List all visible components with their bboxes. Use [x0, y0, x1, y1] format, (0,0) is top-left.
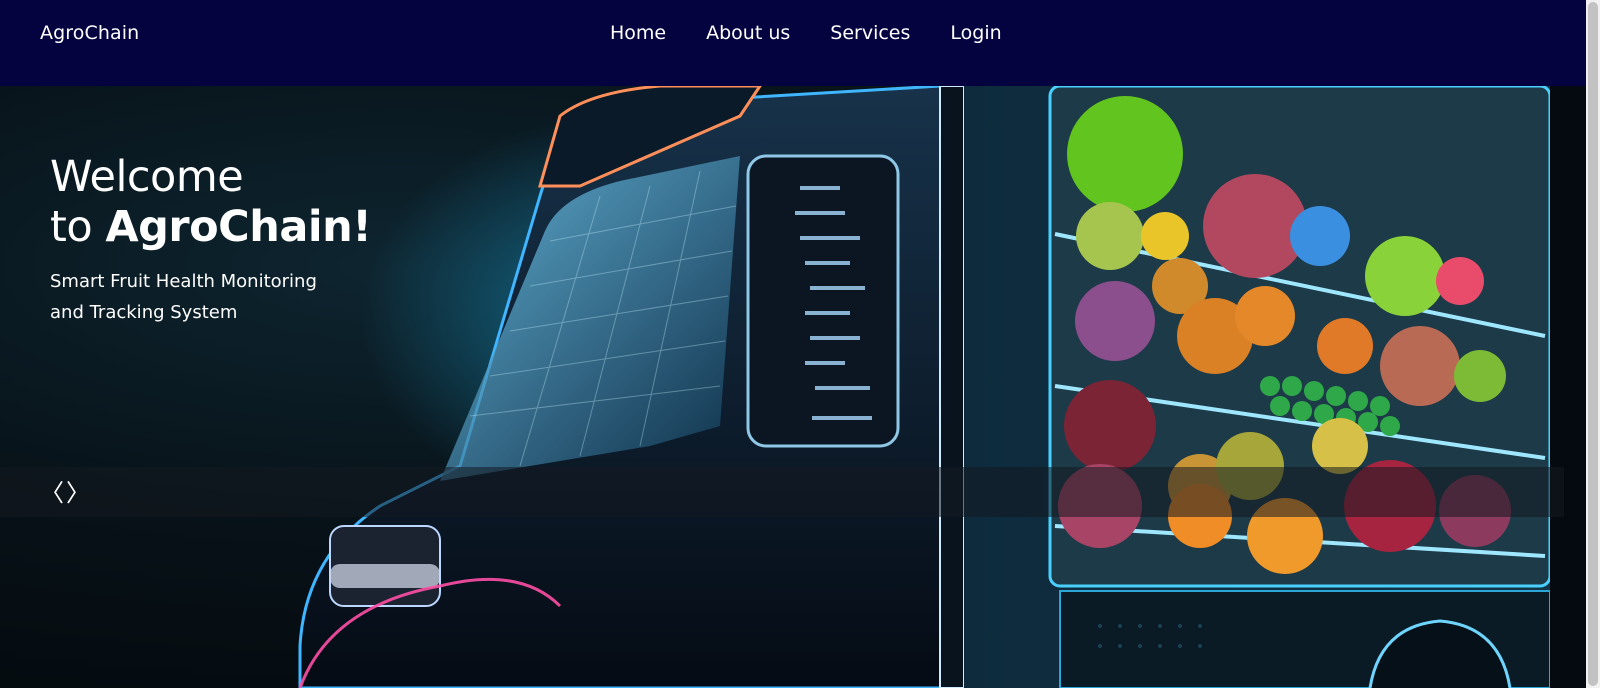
headline-line1: Welcome	[50, 152, 244, 202]
main-nav: Home About us Services Login	[610, 22, 1002, 44]
headline-brand: AgroChain!	[105, 202, 372, 252]
subtitle-line1: Smart Fruit Health Monitoring	[50, 271, 317, 292]
subtitle-line2: and Tracking System	[50, 302, 238, 323]
nav-login-link[interactable]: Login	[950, 22, 1001, 44]
nav-home-link[interactable]: Home	[610, 22, 666, 44]
nav-about-link[interactable]: About us	[706, 22, 790, 44]
vertical-scrollbar[interactable]	[1586, 0, 1600, 688]
carousel-next-button[interactable]: 〉	[66, 478, 90, 508]
top-navbar: AgroChain Home About us Services Login	[0, 0, 1600, 86]
hero-headline: Welcome to AgroChain!	[50, 152, 372, 252]
page: AgroChain Home About us Services Login W…	[0, 0, 1600, 688]
hero-caption: Welcome to AgroChain! Smart Fruit Health…	[50, 152, 372, 328]
hero-carousel: Welcome to AgroChain! Smart Fruit Health…	[0, 86, 1600, 688]
hero-subtitle: Smart Fruit Health Monitoring and Tracki…	[50, 266, 371, 328]
headline-line2-prefix: to	[50, 202, 106, 252]
scrollbar-thumb[interactable]	[1588, 2, 1598, 686]
nav-services-link[interactable]: Services	[830, 22, 910, 44]
brand-logo-link[interactable]: AgroChain	[40, 22, 139, 44]
carousel-prev-button[interactable]: 〈	[40, 478, 64, 508]
carousel-control-strip	[0, 467, 1564, 517]
